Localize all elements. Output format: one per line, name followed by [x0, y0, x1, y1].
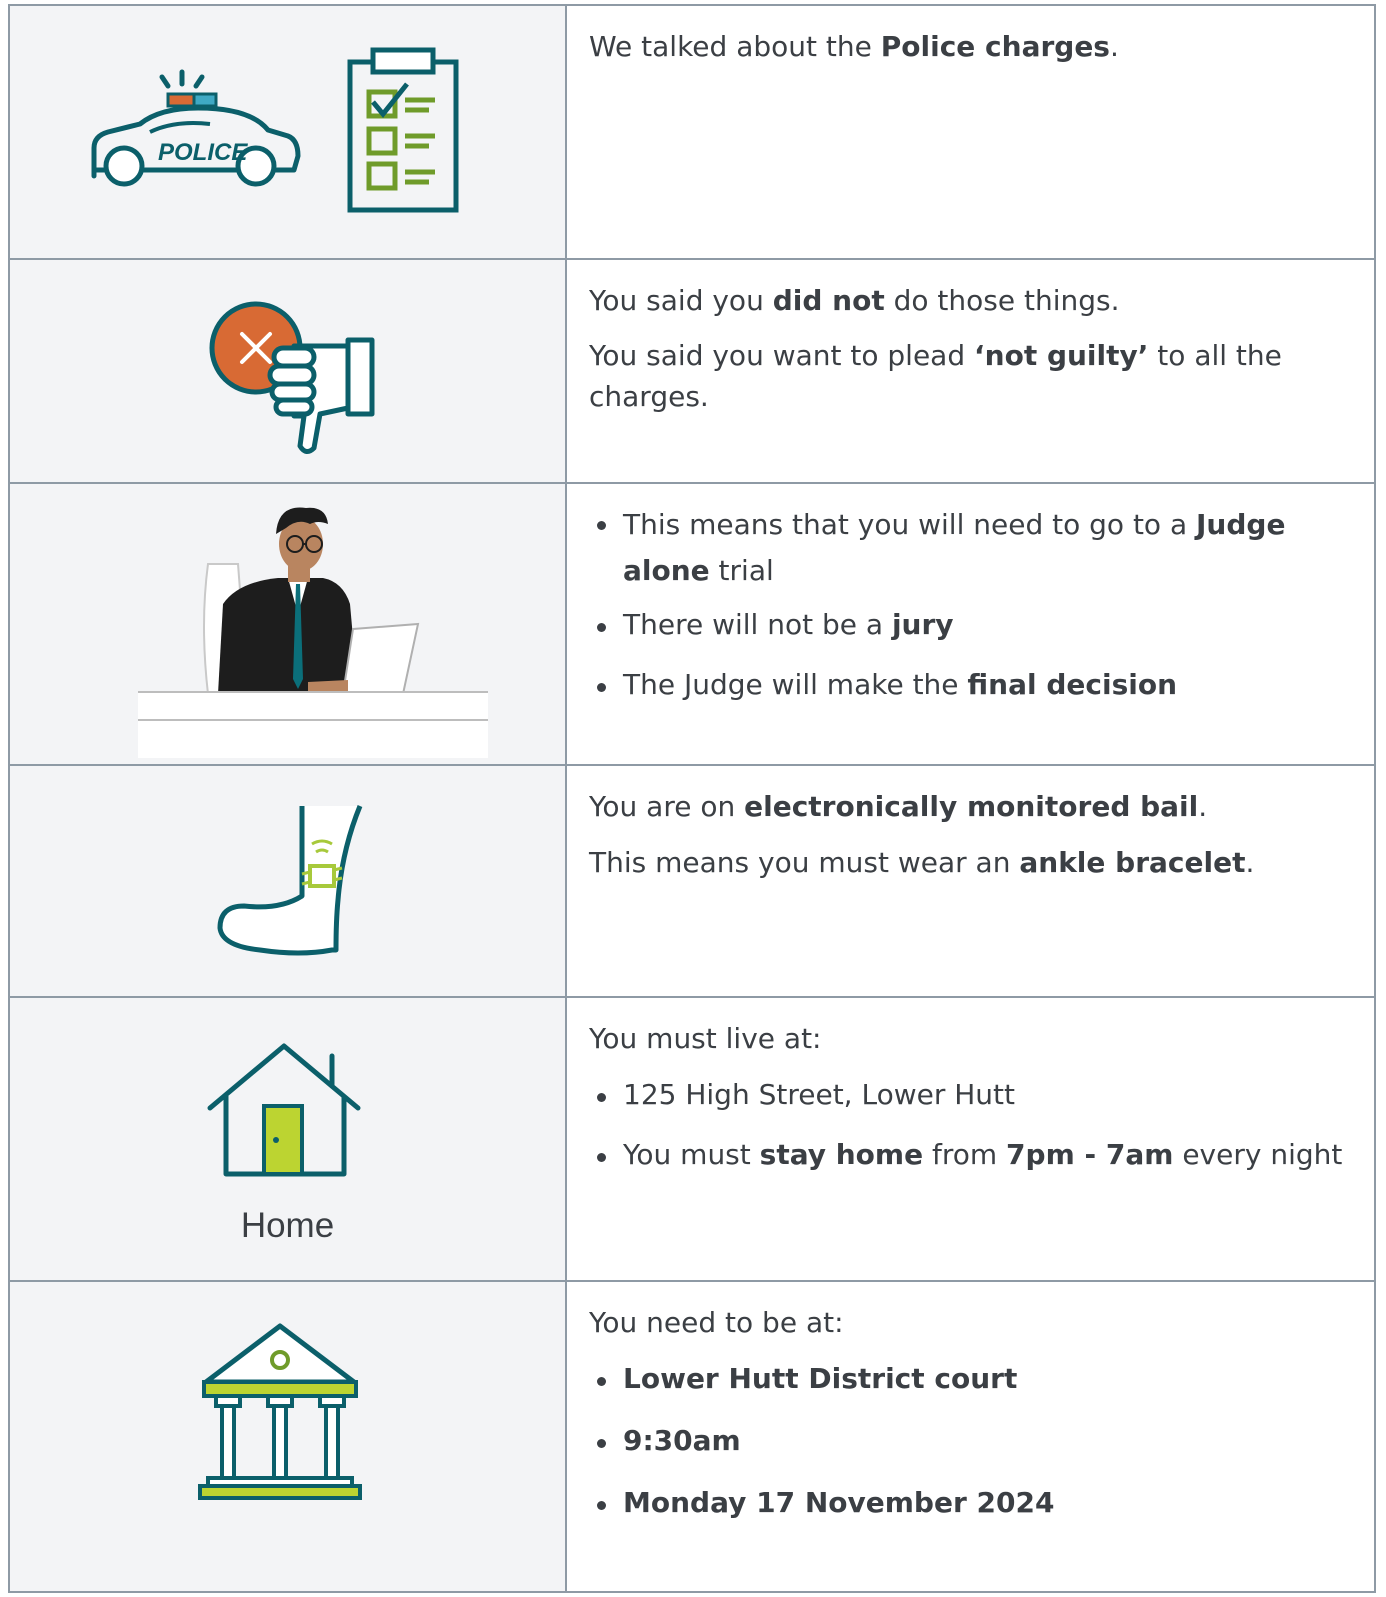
- easy-read-table: POLICE We talked about the Police charge…: [8, 4, 1376, 1593]
- table-row: This means that you will need to go to a…: [8, 482, 1376, 766]
- checklist-icon: [347, 47, 459, 213]
- text-cell: We talked about the Police charges.: [565, 4, 1376, 260]
- bullet-list: This means that you will need to go to a…: [589, 502, 1352, 706]
- icon-label: Home: [240, 1206, 335, 1245]
- list-item: Monday 17 November 2024: [589, 1482, 1352, 1524]
- text-cell: You must live at: 125 High Street, Lower…: [565, 996, 1376, 1282]
- table-row: You need to be at: Lower Hutt District c…: [8, 1280, 1376, 1593]
- bullet-list: Lower Hutt District court 9:30am Monday …: [589, 1358, 1352, 1524]
- image-cell: Home: [8, 996, 567, 1282]
- thumbs-down-cross-icon: [209, 301, 375, 454]
- paragraph: You are on electronically monitored bail…: [589, 790, 1208, 823]
- image-cell: POLICE: [8, 4, 567, 260]
- courthouse-icon: [198, 1323, 362, 1500]
- paragraph: You said you want to plead ‘not guilty’ …: [589, 339, 1282, 413]
- list-item: 125 High Street, Lower Hutt: [589, 1074, 1352, 1116]
- judge-at-desk-icon: [138, 507, 488, 758]
- car-text: POLICE: [158, 139, 248, 166]
- paragraph: You must live at:: [589, 1022, 822, 1055]
- text-cell: You need to be at: Lower Hutt District c…: [565, 1280, 1376, 1593]
- list-item: There will not be a jury: [589, 604, 1352, 646]
- paragraph: You said you did not do those things.: [589, 284, 1120, 317]
- list-item: This means that you will need to go to a…: [589, 502, 1352, 594]
- police-car-icon: POLICE: [91, 69, 301, 187]
- image-cell: [8, 482, 567, 766]
- list-item: You must stay home from 7pm - 7am every …: [589, 1134, 1352, 1176]
- image-cell: [8, 764, 567, 998]
- paragraph: This means you must wear an ankle bracel…: [589, 846, 1255, 879]
- ankle-bracelet-icon: [217, 805, 363, 956]
- table-row: You said you did not do those things. Yo…: [8, 258, 1376, 484]
- table-row: You are on electronically monitored bail…: [8, 764, 1376, 998]
- text-cell: This means that you will need to go to a…: [565, 482, 1376, 766]
- text-cell: You are on electronically monitored bail…: [565, 764, 1376, 998]
- list-item: 9:30am: [589, 1420, 1352, 1462]
- text-cell: You said you did not do those things. Yo…: [565, 258, 1376, 484]
- table-row: POLICE We talked about the Police charge…: [8, 4, 1376, 260]
- bullet-list: 125 High Street, Lower Hutt You must sta…: [589, 1074, 1352, 1176]
- house-icon: [207, 1043, 361, 1177]
- list-item: Lower Hutt District court: [589, 1358, 1352, 1400]
- image-cell: [8, 258, 567, 484]
- paragraph: You need to be at:: [589, 1306, 844, 1339]
- image-cell: [8, 1280, 567, 1593]
- list-item: The Judge will make the final decision: [589, 664, 1352, 706]
- table-row: Home You must live at: 125 High Street, …: [8, 996, 1376, 1282]
- paragraph: We talked about the Police charges.: [589, 30, 1119, 63]
